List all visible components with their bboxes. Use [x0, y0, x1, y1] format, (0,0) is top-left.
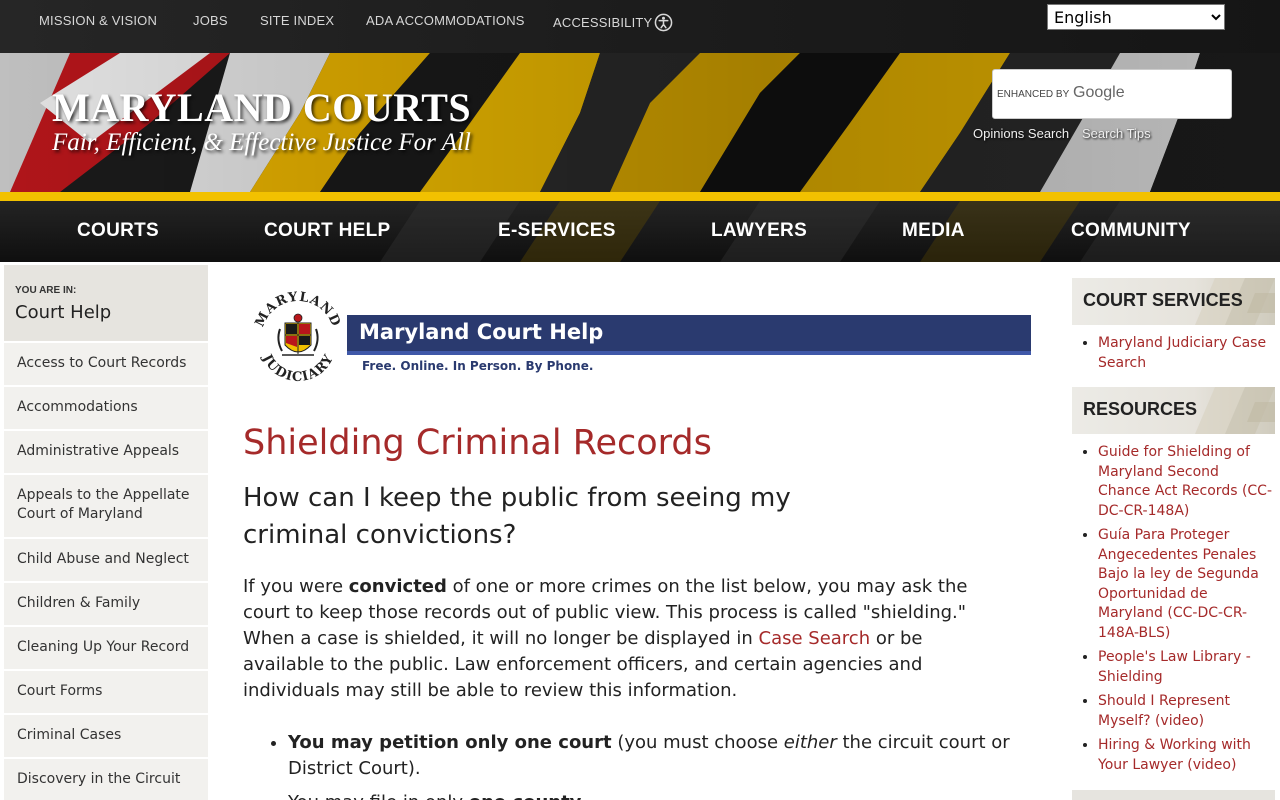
sidebar-item-criminal-cases[interactable]: Criminal Cases — [4, 715, 208, 759]
gold-stripe — [0, 192, 1280, 201]
rules-list: You may petition only one court (you mus… — [243, 730, 1023, 800]
banner-subtitle: Free. Online. In Person. By Phone. — [362, 359, 594, 373]
bullet1-text-a: (you must choose — [611, 732, 784, 753]
next-section-header — [1072, 790, 1275, 800]
language-select[interactable]: English — [1047, 4, 1225, 30]
resource-link-guia[interactable]: Guía Para Proteger Angecedentes Penales … — [1098, 527, 1259, 641]
utility-bar: MISSION & VISION JOBS SITE INDEX ADA ACC… — [0, 0, 1280, 53]
banner-title: Maryland Court Help — [359, 320, 604, 344]
utility-link-accessibility[interactable]: ACCESSIBILITY — [553, 13, 673, 32]
list-item: Hiring & Working with Your Lawyer (video… — [1098, 736, 1275, 775]
utility-link-mission[interactable]: MISSION & VISION — [39, 13, 157, 28]
case-search-link[interactable]: Case Search — [759, 628, 871, 649]
court-help-logo[interactable]: MARYLAND JUDICIARY Maryland Court Help F… — [252, 285, 1032, 390]
list-item: Maryland Judiciary Case Search — [1098, 334, 1275, 373]
breadcrumb: YOU ARE IN: Court Help — [4, 265, 208, 343]
list-item: People's Law Library - Shielding — [1098, 648, 1275, 687]
court-services-title: COURT SERVICES — [1083, 290, 1243, 310]
list-item: You may petition only one court (you mus… — [288, 730, 1023, 782]
resource-link-peoples-law[interactable]: People's Law Library - Shielding — [1098, 649, 1251, 685]
accessibility-icon — [654, 13, 673, 32]
court-services-header: COURT SERVICES — [1072, 278, 1275, 325]
sidebar-item-children-family[interactable]: Children & Family — [4, 583, 208, 627]
court-help-banner: Maryland Court Help — [347, 315, 1031, 355]
resources-header: RESOURCES — [1072, 387, 1275, 434]
list-item: Guía Para Proteger Angecedentes Penales … — [1098, 526, 1275, 643]
sidebar-item-cleaning-record[interactable]: Cleaning Up Your Record — [4, 627, 208, 671]
google-logo: Google — [1073, 84, 1125, 101]
utility-link-jobs[interactable]: JOBS — [193, 13, 228, 28]
seal-text-bottom: JUDICIARY — [259, 351, 336, 385]
main-content: Shielding Criminal Records How can I kee… — [243, 420, 1023, 800]
site-tagline: Fair, Efficient, & Effective Justice For… — [52, 129, 471, 156]
current-section[interactable]: Court Help — [15, 302, 208, 323]
court-services-list: Maryland Judiciary Case Search — [1072, 334, 1275, 373]
utility-link-site-index[interactable]: SITE INDEX — [260, 13, 334, 28]
bullet2-text-b: . — [581, 792, 587, 800]
list-item: Should I Represent Myself? (video) — [1098, 692, 1275, 731]
main-nav: COURTS COURT HELP E-SERVICES LAWYERS MED… — [0, 201, 1280, 262]
svg-text:JUDICIARY: JUDICIARY — [259, 351, 337, 385]
sidebar-item-child-abuse[interactable]: Child Abuse and Neglect — [4, 539, 208, 583]
sidebar-item-access-records[interactable]: Access to Court Records — [4, 343, 208, 387]
case-search-resource-link[interactable]: Maryland Judiciary Case Search — [1098, 335, 1266, 371]
sidebar-item-administrative-appeals[interactable]: Administrative Appeals — [4, 431, 208, 475]
resources-list: Guide for Shielding of Maryland Second C… — [1072, 443, 1275, 775]
nav-lawyers[interactable]: LAWYERS — [711, 220, 807, 242]
utility-link-ada[interactable]: ADA ACCOMMODATIONS — [366, 13, 525, 28]
list-item: Guide for Shielding of Maryland Second C… — [1098, 443, 1275, 521]
bullet1-em: either — [783, 732, 837, 753]
nav-e-services[interactable]: E-SERVICES — [498, 220, 616, 242]
header-flag-decoration — [1195, 387, 1275, 434]
search-tips-link[interactable]: Search Tips — [1082, 126, 1151, 141]
judiciary-seal-icon: MARYLAND JUDICIARY — [253, 290, 343, 385]
nav-media[interactable]: MEDIA — [902, 220, 965, 242]
opinions-search-link[interactable]: Opinions Search — [973, 126, 1069, 141]
left-sidebar: YOU ARE IN: Court Help Access to Court R… — [4, 265, 208, 800]
resources-title: RESOURCES — [1083, 399, 1198, 419]
intro-text-1: If you were — [243, 576, 349, 597]
page-subtitle: How can I keep the public from seeing my… — [243, 483, 791, 550]
utility-link-accessibility-label: ACCESSIBILITY — [553, 15, 653, 30]
site-header: MARYLAND COURTS Fair, Efficient, & Effec… — [0, 53, 1280, 192]
you-are-in-label: YOU ARE IN: — [15, 285, 77, 296]
search-enhanced-label: ENHANCED BY — [997, 89, 1070, 100]
sidebar-item-appeals-appellate[interactable]: Appeals to the Appellate Court of Maryla… — [4, 475, 208, 539]
bullet1-bold: You may petition only one court — [288, 732, 612, 753]
resource-link-hiring-lawyer[interactable]: Hiring & Working with Your Lawyer (video… — [1098, 737, 1251, 773]
sidebar-item-court-forms[interactable]: Court Forms — [4, 671, 208, 715]
intro-paragraph: If you were convicted of one or more cri… — [243, 574, 1003, 704]
sidebar-item-accommodations[interactable]: Accommodations — [4, 387, 208, 431]
search-input[interactable]: ENHANCED BY Google — [992, 69, 1232, 119]
nav-courts[interactable]: COURTS — [77, 220, 159, 242]
resource-link-guide[interactable]: Guide for Shielding of Maryland Second C… — [1098, 444, 1272, 519]
bullet2-text-a: You may file in only — [288, 792, 469, 800]
bullet2-bold: one county — [469, 792, 582, 800]
site-title[interactable]: MARYLAND COURTS — [52, 84, 471, 131]
nav-court-help[interactable]: COURT HELP — [264, 220, 391, 242]
nav-community[interactable]: COMMUNITY — [1071, 220, 1191, 242]
list-item: You may file in only one county. — [288, 790, 1023, 800]
right-sidebar: COURT SERVICES Maryland Judiciary Case S… — [1072, 278, 1275, 789]
sidebar-item-discovery[interactable]: Discovery in the Circuit — [4, 759, 208, 800]
page-title: Shielding Criminal Records — [243, 423, 712, 463]
intro-bold: convicted — [348, 576, 447, 597]
resource-link-represent-myself[interactable]: Should I Represent Myself? (video) — [1098, 693, 1230, 729]
